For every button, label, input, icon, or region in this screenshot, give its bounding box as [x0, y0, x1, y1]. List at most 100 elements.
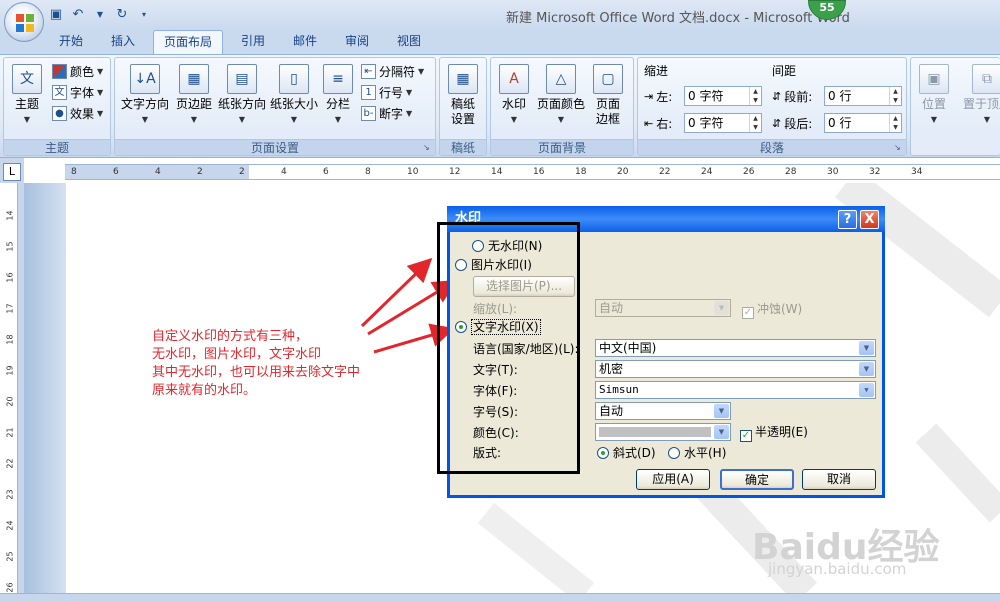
tab-home[interactable]: 开始	[48, 30, 94, 54]
checkbox-icon[interactable]: ✓	[742, 307, 754, 319]
chevron-down-icon: ▼	[97, 66, 104, 76]
tab-page-layout[interactable]: 页面布局	[153, 30, 223, 54]
indent-left-icon: ⇥	[644, 89, 654, 103]
group-themes: 文 主题 ▼ 颜色 ▼ 文 字体 ▼ ● 效果 ▼ 主题	[3, 57, 111, 156]
ruler-tick-label: 12	[449, 167, 461, 177]
chevron-down-icon: ▼	[418, 66, 425, 76]
spinner-arrows-icon[interactable]: ▲ ▼	[749, 114, 761, 132]
checkbox-icon[interactable]: ✓	[740, 430, 752, 442]
indent-left: ⇥ 左:	[644, 89, 673, 104]
ruler-tick-label: 28	[785, 167, 797, 177]
radio-button[interactable]	[597, 447, 609, 459]
cancel-button[interactable]: 取消	[802, 469, 876, 490]
chevron-down-icon: ▼	[930, 115, 938, 124]
text-direction-icon: ↓A	[130, 64, 160, 94]
color-dropdown[interactable]: ▼	[595, 423, 731, 441]
spacing-before-spinner[interactable]: 0 行 ▲ ▼	[824, 86, 902, 106]
ruler-tick-label: 20	[617, 167, 629, 177]
ruler-tick-label: 32	[869, 167, 881, 177]
theme-colors-button[interactable]: 颜色 ▼	[52, 62, 103, 80]
page-borders-icon: ▢	[593, 64, 623, 94]
spinner-arrows-icon[interactable]: ▲ ▼	[749, 87, 761, 105]
scale-dropdown[interactable]: 自动 ▼	[595, 299, 731, 317]
columns-icon: ≡	[323, 64, 353, 94]
spacing-after-spinner[interactable]: 0 行 ▲ ▼	[824, 113, 902, 133]
dialog-launcher-icon[interactable]: ↘	[894, 143, 904, 153]
tab-view[interactable]: 视图	[386, 30, 432, 54]
diagonal-option[interactable]: 斜式(D)	[597, 446, 656, 460]
washout-checkbox[interactable]: ✓ 冲蚀(W)	[742, 302, 802, 319]
theme-fonts-button[interactable]: 文 字体 ▼	[52, 83, 103, 101]
chevron-down-icon[interactable]: ▼	[859, 341, 874, 355]
position-button[interactable]: ▣ 位置 ▼	[917, 64, 951, 127]
horizontal-ruler[interactable]: 8 6 4 2 2 4 6 8 10 12 14 16 18 20 22 24 26 28 30 32 34	[65, 164, 1000, 180]
hyphenation-icon: b-	[361, 105, 376, 121]
size-dropdown[interactable]: 自动 ▼	[595, 402, 731, 420]
apply-button[interactable]: 应用(A)	[636, 469, 710, 490]
ruler-tick-label: 6	[323, 167, 329, 177]
redo-icon[interactable]: ↻	[114, 7, 130, 23]
watermark-button[interactable]: A 水印 ▼	[497, 64, 531, 127]
margins-icon: ▦	[179, 64, 209, 94]
theme-effects-button[interactable]: ● 效果 ▼	[52, 104, 103, 122]
group-label-page-setup: 页面设置	[115, 139, 435, 155]
spinner-arrows-icon[interactable]: ▲ ▼	[889, 87, 901, 105]
size-button[interactable]: ▯ 纸张大小 ▼	[269, 64, 319, 127]
text-dropdown[interactable]: 机密 ▼	[595, 360, 876, 378]
office-button[interactable]	[4, 2, 44, 42]
chevron-down-icon[interactable]: ▼	[714, 404, 729, 418]
tab-references[interactable]: 引用	[230, 30, 276, 54]
themes-button[interactable]: 文 主题 ▼	[10, 64, 44, 127]
save-icon[interactable]: ▣	[48, 7, 64, 23]
chevron-down-icon: ▼	[190, 115, 198, 124]
page-color-button[interactable]: △ 页面颜色 ▼	[535, 64, 587, 127]
page-borders-button[interactable]: ▢ 页面 边框	[591, 64, 625, 127]
orientation-button[interactable]: ▤ 纸张方向 ▼	[217, 64, 267, 127]
paper-setup-button[interactable]: ▦ 稿纸 设置	[446, 64, 480, 127]
position-icon: ▣	[919, 64, 949, 94]
indent-left-spinner[interactable]: 0 字符 ▲ ▼	[684, 86, 762, 106]
text-direction-button[interactable]: ↓A 文字方向 ▼	[119, 64, 171, 127]
ruler-tick-label: 17	[5, 303, 15, 314]
chevron-down-icon[interactable]: ▼	[714, 301, 729, 315]
help-button[interactable]: ?	[838, 210, 857, 229]
tab-insert[interactable]: 插入	[100, 30, 146, 54]
horizontal-option[interactable]: 水平(H)	[668, 446, 726, 460]
orientation-icon: ▤	[227, 64, 257, 94]
chevron-down-icon[interactable]: ▼	[714, 425, 729, 439]
dropdown-icon[interactable]: ▼	[92, 7, 108, 23]
breaks-button[interactable]: ⇤ 分隔符 ▼	[361, 62, 424, 80]
semi-transparent-checkbox[interactable]: ✓ 半透明(E)	[740, 425, 808, 442]
baidu-watermark-url: jingyan.baidu.com	[768, 560, 907, 578]
hyphenation-button[interactable]: b- 断字 ▼	[361, 104, 412, 122]
tab-mailings[interactable]: 邮件	[282, 30, 328, 54]
horizontal-scrollbar[interactable]	[0, 593, 1000, 602]
vertical-ruler[interactable]: 14 15 16 17 18 19 20 21 22 23 24 25 26	[0, 183, 18, 593]
chevron-down-icon[interactable]: ▼	[859, 383, 874, 397]
tab-selector[interactable]: L	[3, 163, 21, 181]
bring-to-front-button[interactable]: ⧉ 置于顶层 ▼	[957, 64, 1000, 127]
language-dropdown[interactable]: 中文(中国) ▼	[595, 339, 876, 357]
margins-button[interactable]: ▦ 页边距 ▼	[175, 64, 213, 127]
radio-button[interactable]	[668, 447, 680, 459]
columns-button[interactable]: ≡ 分栏 ▼	[323, 64, 353, 127]
spinner-arrows-icon[interactable]: ▲ ▼	[889, 114, 901, 132]
dialog-launcher-icon[interactable]: ↘	[423, 143, 433, 153]
close-button[interactable]: X	[860, 210, 879, 229]
ok-button[interactable]: 确定	[720, 469, 794, 490]
quick-access-toolbar: ▣ ↶ ▼ ↻ ▾	[48, 6, 152, 24]
chevron-down-icon[interactable]: ▼	[859, 362, 874, 376]
ruler-tick-label: 34	[911, 167, 923, 177]
tab-review[interactable]: 审阅	[334, 30, 380, 54]
ruler-tick-label: 26	[5, 582, 15, 593]
ruler-tick-label: 14	[5, 210, 15, 221]
customize-qat-icon[interactable]: ▾	[136, 7, 152, 23]
line-numbers-button[interactable]: 1 行号 ▼	[361, 83, 412, 101]
indent-right-icon: ⇤	[644, 116, 654, 130]
undo-icon[interactable]: ↶	[70, 7, 86, 23]
font-dropdown[interactable]: Simsun ▼	[595, 381, 876, 399]
ruler-tick-label: 4	[155, 167, 161, 177]
indent-right-spinner[interactable]: 0 字符 ▲ ▼	[684, 113, 762, 133]
ruler-tick-label: 18	[575, 167, 587, 177]
office-logo-icon	[16, 14, 34, 32]
